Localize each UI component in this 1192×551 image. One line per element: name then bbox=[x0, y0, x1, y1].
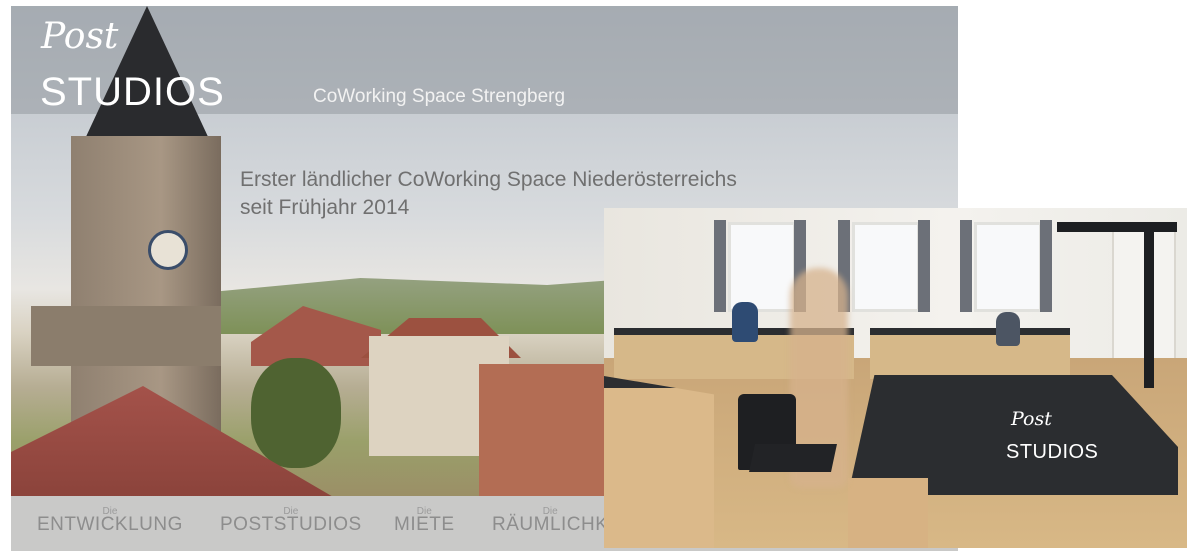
nav-prefix: Die bbox=[283, 506, 299, 517]
lamp-pole bbox=[1144, 228, 1154, 388]
tree bbox=[251, 358, 341, 468]
nav-label: POSTSTUDIOS bbox=[220, 514, 362, 535]
curtain bbox=[1040, 220, 1052, 312]
nav-prefix: Die bbox=[542, 506, 558, 517]
site-tagline: CoWorking Space Strengberg bbox=[313, 86, 566, 107]
nav-item-entwicklung[interactable]: Die ENTWICKLUNG bbox=[37, 506, 183, 536]
logo-wordmark[interactable]: STUDIOS bbox=[40, 70, 225, 115]
curtain bbox=[714, 220, 726, 312]
office-photo: Post STUDIOS bbox=[604, 208, 1187, 548]
house bbox=[479, 364, 609, 504]
window bbox=[974, 222, 1042, 312]
nav-label: RÄUMLICHK bbox=[492, 514, 609, 535]
curtain bbox=[960, 220, 972, 312]
inset-logo-wordmark: STUDIOS bbox=[1006, 441, 1099, 463]
desk bbox=[848, 375, 1178, 495]
nav-item-miete[interactable]: Die MIETE bbox=[394, 506, 455, 536]
nav-label: ENTWICKLUNG bbox=[37, 514, 183, 535]
nav-item-poststudios[interactable]: Die POSTSTUDIOS bbox=[220, 506, 362, 536]
window bbox=[728, 222, 796, 312]
desk-leg bbox=[848, 478, 928, 548]
person bbox=[732, 302, 758, 342]
desk bbox=[870, 328, 1070, 379]
window bbox=[852, 222, 920, 312]
nav-prefix: Die bbox=[102, 506, 118, 517]
inset-logo-script: Post bbox=[1011, 408, 1052, 430]
lamp bbox=[1057, 222, 1177, 232]
tower-gallery bbox=[31, 306, 221, 366]
nav-label: MIETE bbox=[394, 514, 455, 535]
clock-face bbox=[148, 230, 188, 270]
curtain bbox=[918, 220, 930, 312]
logo-script: Post bbox=[41, 16, 119, 57]
person bbox=[996, 312, 1020, 346]
nav-item-raeumlichkeiten[interactable]: Die RÄUMLICHK bbox=[492, 506, 609, 536]
desk bbox=[604, 376, 714, 548]
headline-line1: Erster ländlicher CoWorking Space Nieder… bbox=[240, 168, 737, 191]
chair-seat bbox=[749, 444, 837, 472]
nav-prefix: Die bbox=[416, 506, 432, 517]
